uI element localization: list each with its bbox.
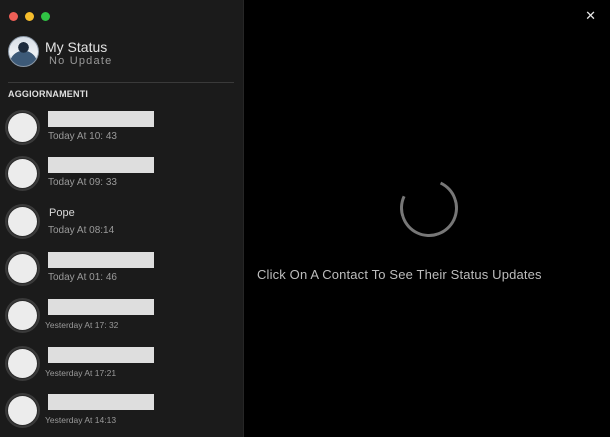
window-minimize-button[interactable]	[25, 12, 34, 21]
loading-spinner-icon	[391, 170, 467, 246]
contact-item[interactable]: Yesterday At 17: 32	[5, 298, 240, 340]
contact-avatar	[5, 204, 40, 239]
section-title: AGGIORNAMENTI	[8, 89, 89, 99]
my-status-title: My Status	[45, 39, 108, 55]
contact-avatar	[5, 110, 40, 145]
my-status[interactable]: My Status No Update	[8, 36, 236, 70]
contact-name	[48, 111, 154, 127]
contact-item[interactable]: Yesterday At 17:21	[5, 346, 240, 388]
contact-item[interactable]: Today At 10: 43	[5, 110, 240, 152]
contact-avatar	[5, 346, 40, 381]
divider	[8, 82, 234, 83]
empty-state-message: Click On A Contact To See Their Status U…	[257, 267, 542, 282]
window-maximize-button[interactable]	[41, 12, 50, 21]
contact-avatar	[5, 298, 40, 333]
contact-name	[48, 299, 154, 315]
window-controls	[9, 12, 50, 21]
contact-name: Pope	[49, 207, 75, 219]
contact-name	[48, 347, 154, 363]
contact-name	[48, 252, 154, 268]
contact-item[interactable]: Yesterday At 14:13	[5, 393, 240, 435]
contact-time: Today At 10: 43	[48, 131, 117, 142]
close-icon[interactable]: ✕	[585, 8, 596, 24]
contact-item[interactable]: Today At 09: 33	[5, 156, 240, 198]
sidebar: My Status No Update AGGIORNAMENTI Today …	[0, 0, 244, 437]
contact-time: Today At 09: 33	[48, 177, 117, 188]
contact-name	[48, 157, 154, 173]
contact-avatar	[5, 156, 40, 191]
contact-item[interactable]: Today At 01: 46	[5, 251, 240, 293]
contact-time: Yesterday At 14:13	[45, 415, 117, 425]
contact-time: Today At 08:14	[48, 225, 115, 236]
contact-avatar	[5, 393, 40, 428]
contact-time: Today At 01: 46	[48, 272, 117, 283]
window-close-button[interactable]	[9, 12, 18, 21]
contact-time: Yesterday At 17:21	[45, 368, 117, 378]
contact-name	[48, 394, 154, 410]
my-status-subtitle: No Update	[49, 55, 113, 67]
contact-item[interactable]: Pope Today At 08:14	[5, 204, 240, 246]
contact-time: Yesterday At 17: 32	[45, 320, 119, 330]
avatar	[8, 36, 39, 67]
contact-avatar	[5, 251, 40, 286]
